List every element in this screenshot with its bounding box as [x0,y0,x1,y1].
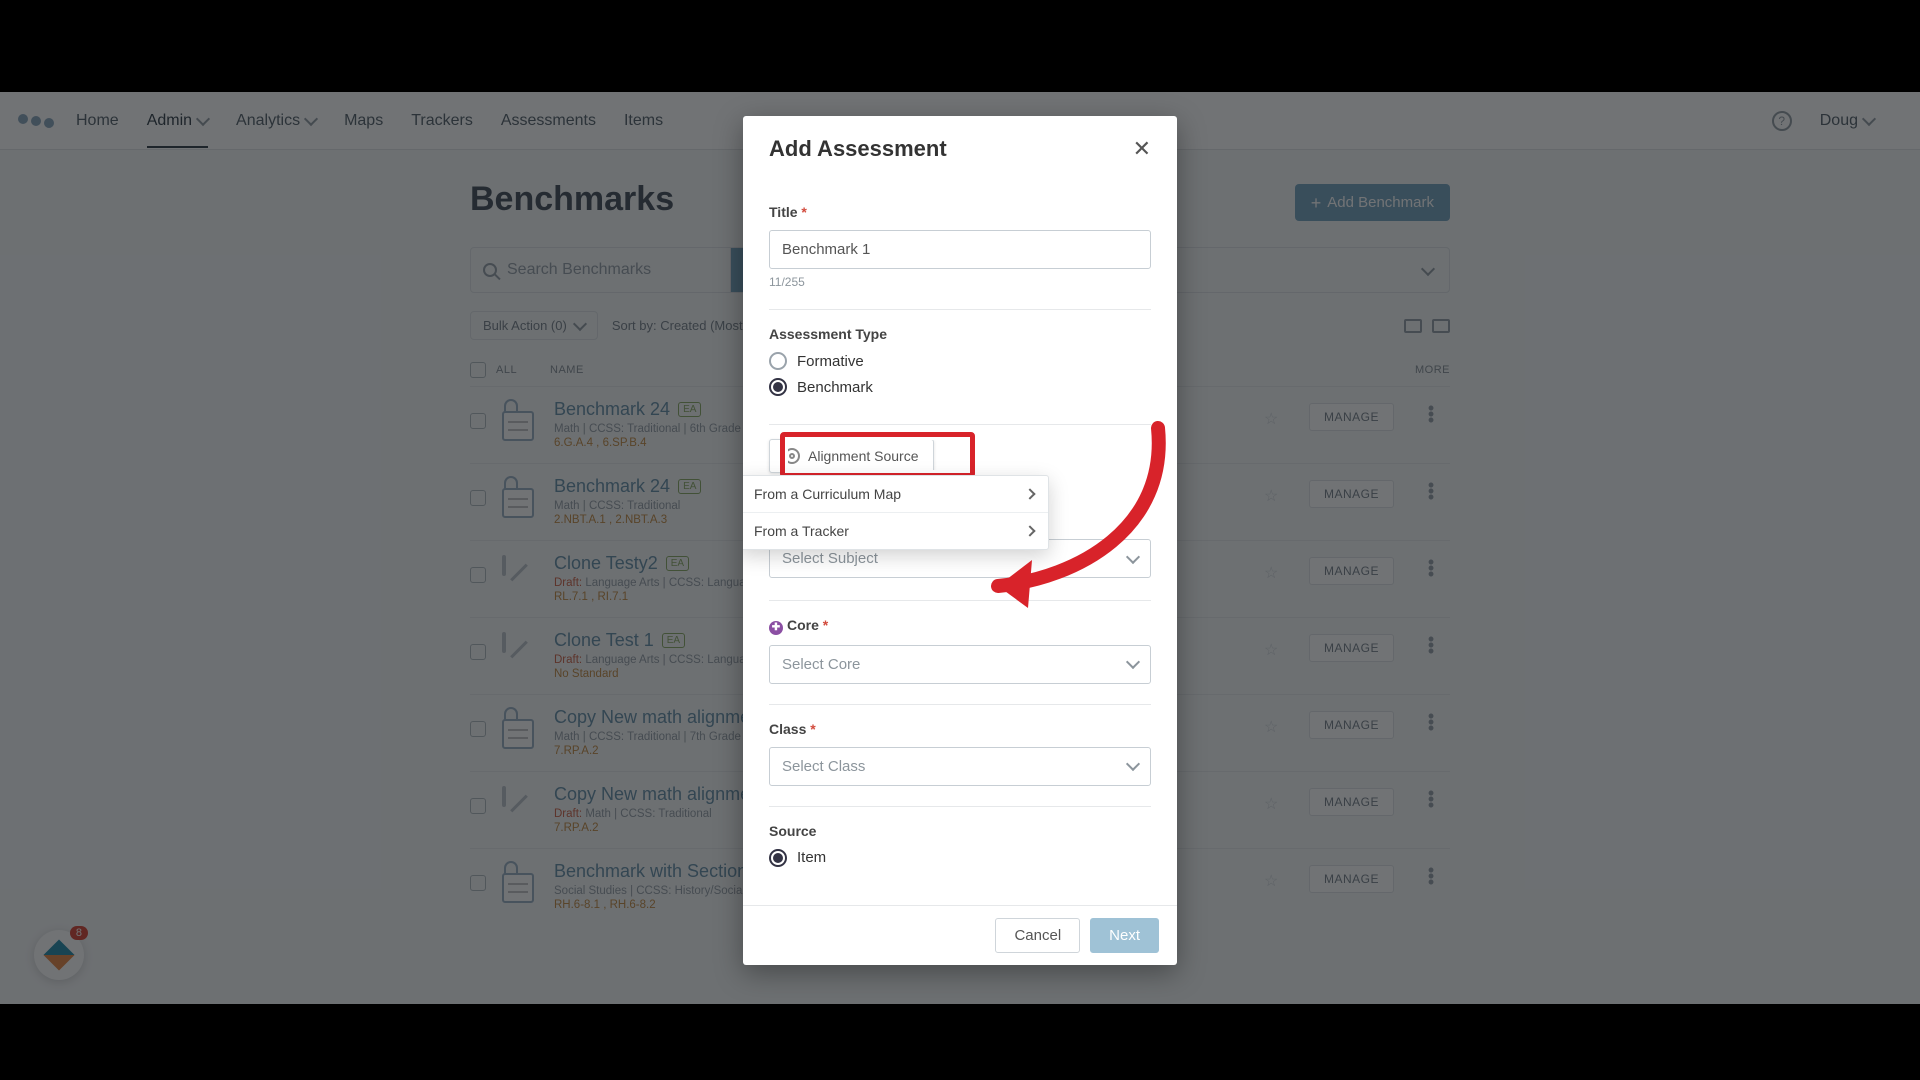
add-assessment-modal: Add Assessment ✕ Title * 11/255 Assessme… [743,116,1177,965]
alignment-source-menu: From a Curriculum Map From a Tracker [743,475,1049,550]
radio-source-item[interactable]: Item [769,849,1151,867]
modal-title: Add Assessment [769,136,947,162]
next-button[interactable]: Next [1090,918,1159,953]
class-select[interactable]: Select Class [769,747,1151,786]
assessment-type-label: Assessment Type [769,326,1151,342]
chevron-right-icon [1024,525,1035,536]
core-label: ✚Core * [769,617,1151,635]
modal-close-button[interactable]: ✕ [1133,136,1151,162]
radio-icon [769,352,787,370]
radio-formative[interactable]: Formative [769,352,1151,370]
chevron-right-icon [1024,488,1035,499]
chevron-down-icon [1126,655,1140,669]
core-select[interactable]: Select Core [769,645,1151,684]
cancel-button[interactable]: Cancel [995,918,1080,953]
alignment-source-button[interactable]: Alignment Source [769,439,934,473]
class-label: Class * [769,721,1151,737]
title-label: Title * [769,204,1151,220]
menu-from-curriculum-map[interactable]: From a Curriculum Map [743,476,1048,512]
radio-benchmark[interactable]: Benchmark [769,378,1151,396]
app-viewport: Home Admin Analytics Maps Trackers Asses… [0,92,1920,1004]
menu-from-tracker[interactable]: From a Tracker [743,512,1048,549]
source-label: Source [769,823,1151,839]
chevron-down-icon [1126,757,1140,771]
target-icon [784,448,800,464]
radio-selected-icon [769,849,787,867]
core-badge-icon: ✚ [769,621,783,635]
chevron-down-icon [1126,549,1140,563]
radio-selected-icon [769,378,787,396]
title-input[interactable] [769,230,1151,269]
title-counter: 11/255 [769,275,1151,289]
